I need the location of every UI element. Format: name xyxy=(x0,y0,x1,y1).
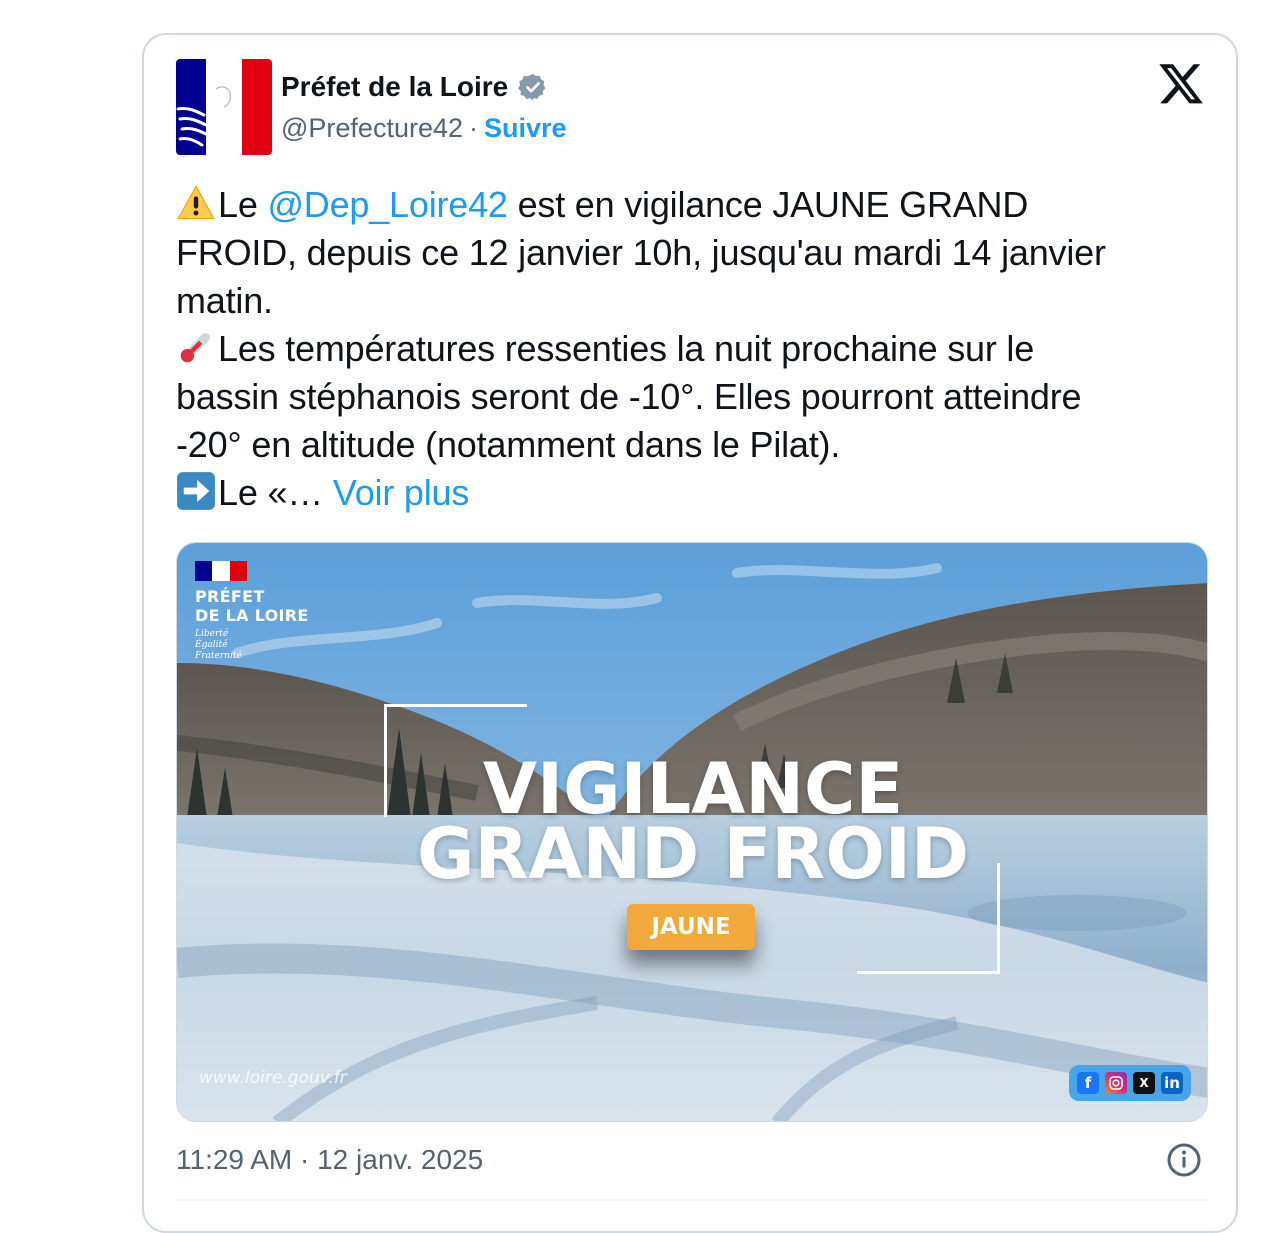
linkedin-icon: in xyxy=(1161,1072,1183,1094)
prefet-line-2: DE LA LOIRE xyxy=(195,606,309,625)
right-arrow-icon xyxy=(177,472,215,510)
account-avatar[interactable] xyxy=(176,59,272,155)
tweet-text-segment: Le xyxy=(218,184,268,225)
grand-froid-title: GRAND FROID xyxy=(417,813,969,895)
account-name-row: Préfet de la Loire xyxy=(281,69,548,105)
verified-badge-icon xyxy=(518,73,546,101)
tweet-line-7: Le «… Voir plus xyxy=(176,469,1196,517)
motto-liberte: Liberté xyxy=(195,629,229,639)
motto-egalite: Égalité xyxy=(195,640,228,650)
account-name[interactable]: Préfet de la Loire xyxy=(281,71,508,103)
motto-fraternite: Fraternité xyxy=(195,651,242,661)
tweet-line-1: Le @Dep_Loire42 est en vigilance JAUNE G… xyxy=(176,181,1196,229)
tweet-media-image[interactable]: PRÉFET DE LA LOIRE Liberté Égalité Frate… xyxy=(176,542,1208,1122)
marianne-flag-icon xyxy=(195,561,247,581)
marianne-logo-icon xyxy=(176,59,272,155)
tweet-text-segment: est en vigilance JAUNE GRAND xyxy=(507,184,1029,225)
x-logo-icon[interactable] xyxy=(1159,61,1203,105)
tweet-text: Le @Dep_Loire42 est en vigilance JAUNE G… xyxy=(176,181,1196,517)
prefet-line-1: PRÉFET xyxy=(195,587,265,606)
info-icon[interactable] xyxy=(1166,1142,1202,1178)
tweet-line-2: FROID, depuis ce 12 janvier 10h, jusqu'a… xyxy=(176,232,1106,273)
mention-link[interactable]: @Dep_Loire42 xyxy=(267,184,508,225)
facebook-icon: f xyxy=(1077,1072,1099,1094)
follow-button[interactable]: Suivre xyxy=(484,113,567,143)
tweet-text-segment: Le «… xyxy=(218,472,333,513)
separator-dot: · xyxy=(469,113,478,143)
tweet-line-5: bassin stéphanois seront de -10°. Elles … xyxy=(176,376,1082,417)
website-url: www.loire.gouv.fr xyxy=(199,1068,347,1088)
warning-icon xyxy=(177,185,215,220)
account-handle-row: @Prefecture42 · Suivre xyxy=(281,111,567,145)
x-icon: X xyxy=(1133,1072,1155,1094)
tweet-line-3: matin. xyxy=(176,280,273,321)
tweet-timestamp[interactable]: 11:29 AM · 12 janv. 2025 xyxy=(176,1142,483,1178)
account-handle[interactable]: @Prefecture42 xyxy=(281,113,463,143)
see-more-link[interactable]: Voir plus xyxy=(333,472,469,513)
social-icons-bar: f X in xyxy=(1069,1065,1191,1101)
vigilance-level-badge: JAUNE xyxy=(627,904,755,950)
instagram-icon xyxy=(1105,1072,1127,1094)
tweet-text-segment: Les températures ressenties la nuit proc… xyxy=(218,328,1035,369)
tweet-line-6: -20° en altitude (notamment dans le Pila… xyxy=(176,424,841,465)
tweet-line-4: Les températures ressenties la nuit proc… xyxy=(176,325,1196,373)
footer-divider xyxy=(176,1199,1208,1201)
embedded-tweet-card: Préfet de la Loire @Prefecture42 · Suivre … xyxy=(142,33,1238,1233)
prefet-logo-block: PRÉFET DE LA LOIRE Liberté Égalité Frate… xyxy=(195,561,309,662)
thermometer-icon xyxy=(180,333,210,363)
